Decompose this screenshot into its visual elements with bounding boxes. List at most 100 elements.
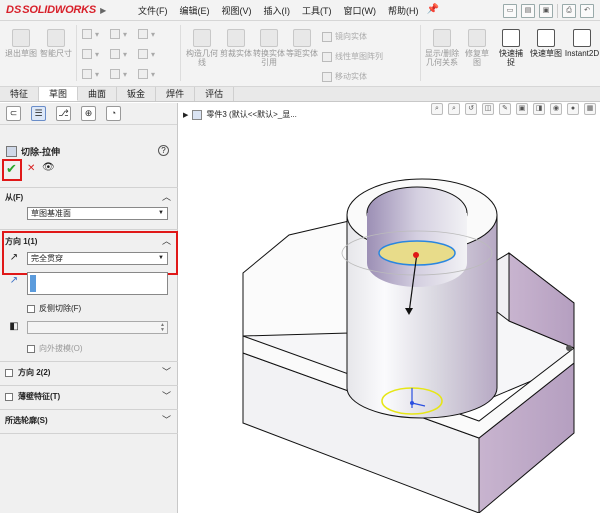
- tab-surfaces[interactable]: 曲面: [78, 87, 118, 101]
- tab-features[interactable]: 特征: [0, 87, 40, 101]
- menu-view[interactable]: 视图(V): [216, 4, 258, 17]
- linear-pattern-button[interactable]: 线性草图阵列: [322, 51, 383, 62]
- dimxpert-icon[interactable]: ⊕: [81, 106, 96, 121]
- smart-dimension-icon: [47, 29, 65, 47]
- move-icon: [322, 71, 332, 82]
- section-divider: [0, 361, 178, 362]
- brand-name: SOLIDWORKS: [22, 4, 97, 16]
- display-manager-icon[interactable]: ◔: [106, 106, 121, 121]
- spinner-arrows-icon[interactable]: ▲ ▼: [160, 323, 165, 333]
- print-icon[interactable]: ⎙: [562, 3, 576, 18]
- spline-tool[interactable]: ▾: [138, 29, 155, 39]
- draft-outward-row[interactable]: 向外拔模(O): [27, 343, 83, 354]
- slot-tool[interactable]: ▾: [82, 69, 99, 79]
- drag-handle[interactable]: [413, 252, 419, 258]
- chevron-up-icon[interactable]: ︿: [162, 190, 171, 203]
- chevron-down-icon[interactable]: ﹀: [162, 365, 171, 378]
- help-icon[interactable]: ?: [158, 145, 169, 156]
- exit-sketch-icon: [12, 29, 30, 47]
- tab-sheet-metal[interactable]: 钣金: [117, 87, 157, 101]
- pin-icon[interactable]: 📌: [427, 4, 439, 17]
- cancel-x-icon[interactable]: ✕: [27, 163, 35, 174]
- linear-pattern-label: 线性草图阵列: [335, 52, 383, 61]
- repair-sketch-button[interactable]: 修复草图: [462, 29, 492, 67]
- display-delete-relations-button[interactable]: 显示/删除几何关系: [424, 29, 460, 67]
- move-entities-button[interactable]: 移动实体: [322, 71, 367, 82]
- convert-entities-label: 转换实体引用: [253, 49, 285, 67]
- rapid-sketch-button[interactable]: 快速草图: [530, 29, 562, 58]
- app-logo[interactable]: DS SOLIDWORKS ▶: [0, 4, 128, 16]
- chevron-down-icon[interactable]: ﹀: [162, 389, 171, 402]
- offset-entities-icon: [293, 29, 311, 47]
- feature-title: 切除-拉伸: [6, 145, 60, 158]
- draft-toggle-icon[interactable]: ◧: [7, 320, 21, 334]
- group-separator: [420, 25, 421, 81]
- line-tool[interactable]: ▾: [82, 29, 99, 39]
- menu-window[interactable]: 窗口(W): [338, 4, 383, 17]
- thin-feature-row[interactable]: 薄壁特征(T): [5, 391, 60, 402]
- ok-check-icon[interactable]: ✔: [6, 161, 17, 177]
- convert-entities-button[interactable]: 转换实体引用: [252, 29, 286, 67]
- from-section-label: 从(F): [5, 193, 24, 202]
- direction2-row[interactable]: 方向 2(2): [5, 367, 50, 378]
- chevron-up-icon[interactable]: ︿: [162, 234, 171, 247]
- direction2-checkbox[interactable]: [5, 368, 13, 377]
- menu-edit[interactable]: 编辑(E): [174, 4, 216, 17]
- tab-evaluate[interactable]: 评估: [195, 87, 235, 101]
- offset-entities-button[interactable]: 等距实体: [286, 29, 318, 58]
- quick-snaps-button[interactable]: 快速捕捉: [496, 29, 526, 67]
- instant2d-button[interactable]: Instant2D: [564, 29, 600, 58]
- trim-entities-button[interactable]: 剪裁实体: [220, 29, 252, 58]
- construction-geometry-button[interactable]: 构造几何线: [184, 29, 220, 67]
- new-document-icon[interactable]: ▭: [503, 3, 517, 18]
- draft-angle-spinbox[interactable]: ▲ ▼: [27, 321, 168, 334]
- section-divider: [0, 433, 178, 434]
- feature-tree-icon[interactable]: ⊂: [6, 106, 21, 121]
- menu-help[interactable]: 帮助(H): [382, 4, 425, 17]
- rectangle-tool[interactable]: ▾: [82, 49, 99, 59]
- from-dropdown[interactable]: 草图基准面 ▼: [27, 207, 168, 220]
- quick-access-toolbar: ▭ ▤ ▣ ⎙ ↶: [503, 0, 600, 21]
- menu-tools[interactable]: 工具(T): [296, 4, 338, 17]
- tab-weldments[interactable]: 焊件: [156, 87, 196, 101]
- group-separator: [180, 25, 181, 81]
- display-delete-relations-label: 显示/删除几何关系: [424, 49, 460, 67]
- thin-feature-checkbox[interactable]: [5, 392, 13, 401]
- chevron-down-icon[interactable]: ﹀: [162, 413, 171, 426]
- selection-indicator: [30, 275, 36, 292]
- slot-icon: [82, 69, 92, 79]
- preview-eye-icon[interactable]: 👁: [42, 162, 55, 173]
- end-condition-dropdown[interactable]: 完全贯穿 ▼: [27, 252, 168, 265]
- draft-outward-checkbox[interactable]: [27, 344, 35, 353]
- property-manager: ⊂ ☰ ⎇ ⊕ ◔ 切除-拉伸 ? ✔ ✕ 👁 从(F) ︿ 草图基准面 ▼ 方…: [0, 103, 178, 513]
- end-condition-value: 完全贯穿: [31, 254, 63, 263]
- menu-insert[interactable]: 插入(I): [258, 4, 297, 17]
- text-icon: [138, 69, 148, 79]
- direction-selection-box[interactable]: [27, 272, 168, 295]
- save-icon[interactable]: ▣: [539, 3, 553, 18]
- direction1-section-label: 方向 1(1): [5, 237, 38, 246]
- flip-side-row[interactable]: 反侧切除(F): [27, 303, 81, 314]
- trim-icon: [227, 29, 245, 47]
- property-manager-icon[interactable]: ☰: [31, 106, 46, 121]
- open-folder-icon[interactable]: ▤: [521, 3, 535, 18]
- offset-entities-label: 等距实体: [286, 49, 318, 58]
- exit-sketch-button[interactable]: 退出草图: [4, 29, 38, 58]
- circle-tool[interactable]: ▾: [110, 29, 127, 39]
- reverse-direction-icon[interactable]: ↗: [7, 251, 21, 265]
- flip-side-checkbox[interactable]: [27, 304, 35, 313]
- polygon-tool[interactable]: ▾: [110, 69, 127, 79]
- mirror-label: 镜向实体: [335, 32, 367, 41]
- mirror-entities-button[interactable]: 镜向实体: [322, 31, 367, 42]
- draft-outward-label: 向外拔模(O): [39, 344, 83, 353]
- graphics-area[interactable]: ▶ 零件3 (默认<<默认>_显... ⌕ ⌕ ↺ ◫ ✎ ▣ ◨ ◉ ● ▦: [179, 103, 600, 513]
- configuration-manager-icon[interactable]: ⎇: [56, 106, 71, 121]
- text-tool[interactable]: ▾: [138, 69, 155, 79]
- arc-tool[interactable]: ▾: [110, 49, 127, 59]
- fillet-tool[interactable]: ▾: [138, 49, 155, 59]
- tab-sketch[interactable]: 草图: [39, 87, 79, 101]
- smart-dimension-button[interactable]: 智能尺寸: [40, 29, 72, 58]
- undo-icon[interactable]: ↶: [580, 3, 594, 18]
- part-model[interactable]: [179, 103, 600, 513]
- menu-file[interactable]: 文件(F): [132, 4, 174, 17]
